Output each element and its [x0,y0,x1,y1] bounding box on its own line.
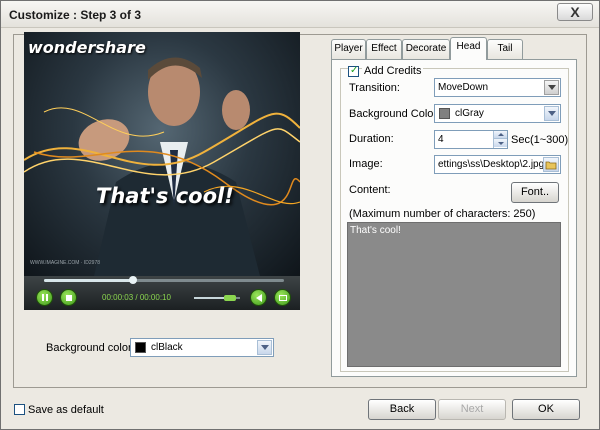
background-color-swatch [135,342,146,353]
transition-value: MoveDown [438,82,489,93]
time-current: 00:00:03 [102,293,134,302]
duration-unit: Sec(1~300) [511,134,569,146]
duration-label: Duration: [349,133,394,145]
fullscreen-button[interactable] [274,289,291,306]
chevron-down-icon[interactable] [257,340,272,355]
tab-label: Head [456,41,481,52]
spin-up-icon[interactable] [494,131,507,139]
head-background-color-label: Background Color: [349,108,441,120]
background-color-select[interactable]: clBlack [130,338,274,357]
duration-value: 4 [438,134,444,145]
tab-decorate[interactable]: Decorate [402,39,450,59]
stop-button[interactable] [60,289,77,306]
background-color-label: Background color: [46,342,135,354]
player-controls: 00:00:03 / 00:00:10 [24,276,300,310]
stop-icon [65,294,72,301]
title-bar: Customize : Step 3 of 3 X [1,1,599,28]
seek-knob[interactable] [128,276,137,284]
volume-slider[interactable] [194,295,240,301]
transition-label: Transition: [349,82,400,94]
seek-bar[interactable] [44,276,284,284]
save-as-default-label: Save as default [28,404,104,416]
pause-button[interactable] [36,289,53,306]
next-button[interactable]: Next [438,399,506,420]
head-background-color-value: clGray [455,108,484,119]
add-credits-label: Add Credits [362,65,424,77]
tab-tail[interactable]: Tail [487,39,523,59]
max-characters-note: (Maximum number of characters: 250) [349,208,536,220]
tab-effect[interactable]: Effect [366,39,402,59]
image-label: Image: [349,158,383,170]
tab-label: Decorate [405,43,447,54]
chevron-down-icon[interactable] [544,80,559,95]
time-display: 00:00:03 / 00:00:10 [102,293,171,302]
pause-icon [41,294,48,301]
font-button[interactable]: Font.. [511,182,559,203]
back-button[interactable]: Back [368,399,436,420]
tab-label: Player [334,43,363,54]
fullscreen-icon [278,294,287,301]
image-path-field[interactable]: ettings\ss\Desktop\2.jpg [434,155,561,174]
background-color-value: clBlack [151,342,183,353]
time-separator: / [133,293,140,302]
close-icon: X [570,4,580,20]
video-preview: wondershare That's cool! WWW.IMAGINE.COM… [24,32,300,310]
speaker-icon [255,293,262,302]
checkmark-icon: ✓ [350,65,359,76]
close-button[interactable]: X [557,3,593,21]
add-credits-checkbox[interactable]: ✓ [348,65,359,77]
tab-label: Tail [497,43,513,54]
content-label: Content: [349,184,391,196]
tab-player[interactable]: Player [331,39,366,59]
volume-knob[interactable] [223,295,236,301]
duration-spinner[interactable] [493,131,507,148]
content-text: That's cool! [350,225,401,236]
tab-head[interactable]: Head [450,37,487,60]
spin-down-icon[interactable] [494,139,507,147]
tab-label: Effect [371,43,397,54]
head-background-color-swatch [439,108,450,119]
video-caption: That's cool! [96,184,234,208]
image-path-value: ettings\ss\Desktop\2.jpg [438,159,544,170]
duration-stepper[interactable]: 4 [434,130,508,149]
seek-progress [44,279,133,282]
mute-button[interactable] [250,289,267,306]
transition-select[interactable]: MoveDown [434,78,561,97]
head-background-color-select[interactable]: clGray [434,104,561,123]
folder-open-icon[interactable] [543,157,559,172]
watermark-text: WWW.IMAGINE.COM · ID2978 [30,260,101,266]
chevron-down-icon[interactable] [544,106,559,121]
wondershare-logo: wondershare [28,38,146,57]
ok-button[interactable]: OK [512,399,580,420]
video-frame: wondershare That's cool! WWW.IMAGINE.COM… [24,32,300,276]
dialog-title: Customize : Step 3 of 3 [9,8,142,22]
video-image [24,57,300,276]
time-total: 00:00:10 [139,293,171,302]
save-as-default-checkbox[interactable] [14,404,25,415]
content-textarea[interactable]: That's cool! [347,222,561,367]
